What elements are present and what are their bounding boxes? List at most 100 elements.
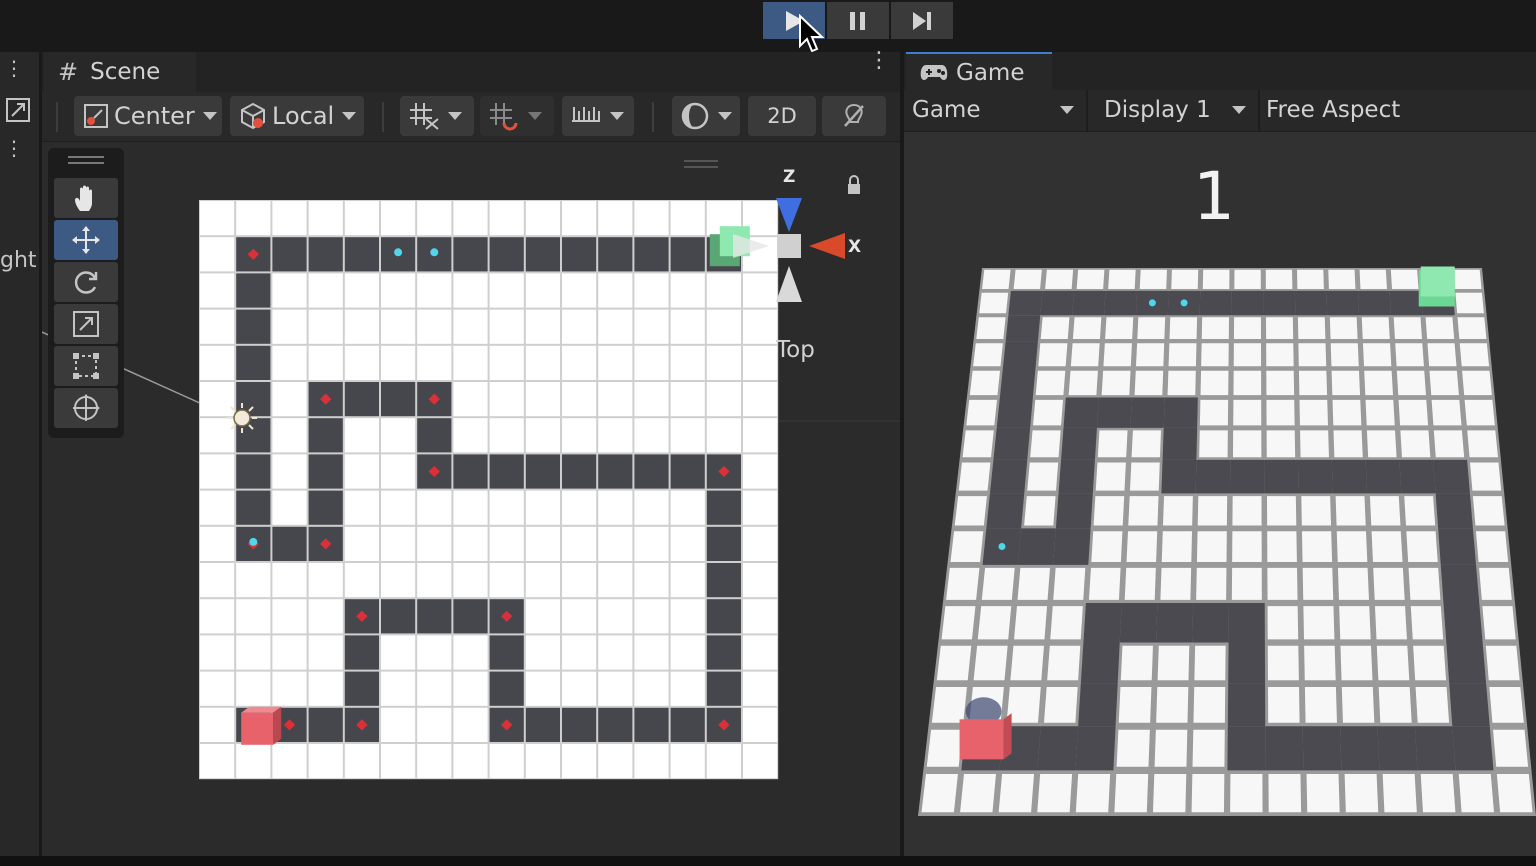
floor-tile — [417, 526, 452, 561]
rotate-tool-button[interactable] — [54, 262, 118, 302]
floor-tile — [1373, 567, 1405, 600]
maximize-icon[interactable] — [4, 96, 32, 124]
floor-tile — [1265, 269, 1293, 289]
pivot-center-dropdown[interactable]: Center — [74, 96, 222, 136]
overlay-grip-icon[interactable] — [68, 156, 104, 164]
floor-tile — [200, 309, 235, 344]
path-tile — [1161, 459, 1197, 494]
floor-tile — [1268, 686, 1300, 723]
path-tile — [1414, 726, 1456, 771]
floor-tile — [634, 418, 669, 453]
path-tile — [1228, 602, 1265, 643]
path-tile — [236, 454, 271, 489]
rect-tool-button[interactable] — [54, 346, 118, 386]
floor-tile — [1267, 531, 1297, 562]
floor-tile — [1116, 729, 1150, 767]
floor-tile — [1199, 430, 1228, 458]
panel-menu-icon[interactable]: ⋮ — [4, 138, 24, 158]
path-tile — [598, 454, 633, 489]
pause-button[interactable] — [827, 2, 889, 39]
tab-game[interactable]: Game — [906, 52, 1052, 92]
floor-tile — [936, 645, 972, 681]
floor-tile — [1398, 399, 1429, 426]
floor-tile — [1395, 343, 1424, 367]
display-dropdown[interactable]: Display 1 — [1096, 90, 1256, 130]
path-tile — [417, 418, 452, 453]
floor-tile — [1406, 531, 1438, 562]
tab-scene[interactable]: # Scene — [44, 52, 196, 92]
hand-tool-button[interactable] — [54, 178, 118, 218]
floor-tile — [743, 273, 778, 308]
floor-tile — [1362, 343, 1392, 367]
floor-tile — [272, 418, 307, 453]
transform-tool-button[interactable] — [54, 388, 118, 428]
chevron-down-icon — [202, 112, 217, 120]
panel-menu-icon[interactable]: ⋮ — [4, 58, 24, 78]
aspect-dropdown[interactable]: Free Aspect — [1258, 90, 1536, 130]
floor-tile — [344, 201, 379, 236]
game-viewport[interactable]: 1 — [904, 132, 1536, 856]
floor-tile — [272, 563, 307, 598]
scene-maze — [199, 200, 779, 780]
grid-snap-dropdown[interactable] — [400, 96, 474, 136]
floor-tile — [562, 599, 597, 634]
tools-overlay — [48, 148, 124, 438]
path-tile — [598, 707, 633, 742]
floor-tile — [1300, 430, 1329, 458]
path-tile — [344, 237, 379, 272]
floor-tile — [344, 563, 379, 598]
scene-viewport[interactable]: Z X Top — [42, 142, 900, 856]
path-tile — [1083, 602, 1122, 643]
path-tile — [308, 418, 343, 453]
move-tool-button[interactable] — [54, 220, 118, 260]
floor-tile — [344, 744, 379, 779]
floor-tile — [1040, 317, 1070, 339]
floor-tile — [417, 273, 452, 308]
floor-tile — [1030, 430, 1061, 458]
floor-tile — [1154, 729, 1188, 767]
scale-icon — [73, 311, 99, 337]
chevron-down-icon — [528, 112, 542, 120]
space-local-dropdown[interactable]: Local — [230, 96, 364, 136]
floor-tile — [743, 490, 778, 525]
floor-tile — [308, 599, 343, 634]
floor-tile — [743, 707, 778, 742]
path-tile — [1075, 726, 1116, 771]
floor-tile — [1369, 496, 1401, 526]
floor-tile — [1129, 462, 1160, 491]
floor-tile — [598, 635, 633, 670]
floor-tile — [634, 635, 669, 670]
floor-tile — [453, 418, 488, 453]
ruler-dropdown[interactable] — [562, 96, 634, 136]
floor-tile — [1493, 729, 1529, 767]
lighting-toggle-button[interactable] — [822, 96, 886, 136]
game-view-dropdown[interactable]: Game — [904, 90, 1084, 130]
path-tile — [1438, 528, 1477, 565]
floor-tile — [1361, 317, 1390, 339]
path-tile — [1037, 726, 1079, 771]
floor-tile — [1191, 773, 1225, 813]
shading-mode-dropdown[interactable] — [672, 96, 740, 136]
floor-tile — [1027, 462, 1059, 491]
step-button[interactable] — [891, 2, 953, 39]
tab-game-label: Game — [956, 60, 1025, 86]
floor-tile — [525, 744, 560, 779]
scene-more-icon[interactable]: ⋮ — [868, 50, 890, 72]
path-tile — [1446, 642, 1487, 684]
floor-tile — [670, 635, 705, 670]
floor-tile — [1306, 773, 1340, 813]
floor-tile — [743, 671, 778, 706]
floor-tile — [1337, 567, 1369, 600]
floor-tile — [1332, 399, 1362, 426]
scale-tool-button[interactable] — [54, 304, 118, 344]
path-tile — [525, 707, 560, 742]
path-tile — [670, 707, 705, 742]
path-tile — [1377, 726, 1418, 771]
game-more-icon[interactable]: ⋮ — [1530, 50, 1536, 72]
pivot-center-icon — [84, 104, 108, 128]
toggle-2d-button[interactable]: 2D — [748, 96, 816, 136]
floor-tile — [743, 345, 778, 380]
incremental-snap-dropdown[interactable] — [480, 96, 554, 136]
floor-tile — [1297, 269, 1324, 289]
floor-tile — [489, 418, 524, 453]
